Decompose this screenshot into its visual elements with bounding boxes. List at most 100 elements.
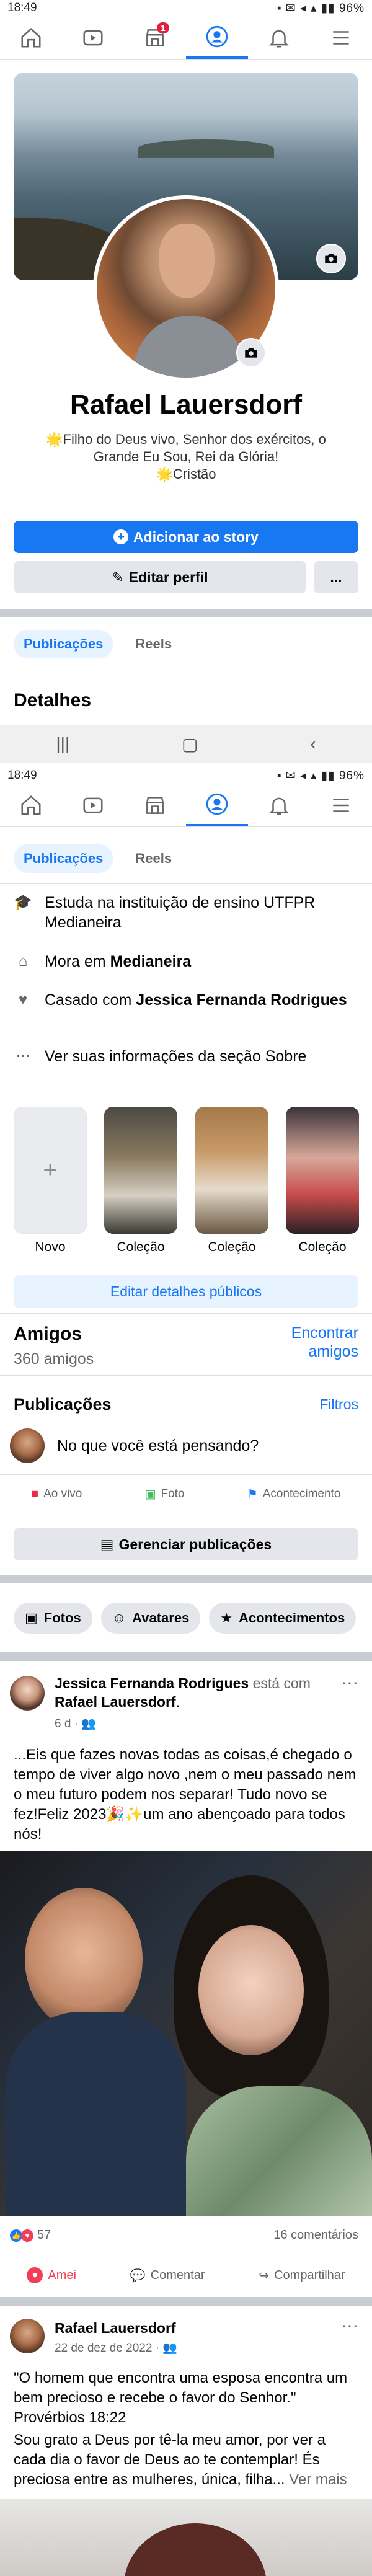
featured-collection-card[interactable]: [104, 1107, 177, 1234]
tab-reels[interactable]: Reels: [125, 844, 182, 873]
edit-profile-label: Editar perfil: [128, 569, 208, 585]
photo-action[interactable]: ▣ Foto: [145, 1487, 185, 1502]
featured-collection-card[interactable]: [286, 1107, 359, 1234]
share-button[interactable]: ↪ Compartilhar: [259, 2268, 345, 2283]
nav-menu[interactable]: [310, 784, 372, 826]
post-author-avatar[interactable]: [10, 2319, 45, 2353]
featured-new-card[interactable]: +: [14, 1107, 87, 1234]
post-time: 22 de dez de 2022 · 👥: [55, 2342, 177, 2355]
ellipsis-icon: ⋯: [16, 1048, 30, 1064]
about-text: Ver suas informações da seção Sobre: [45, 1048, 307, 1065]
top-navigation: [0, 784, 372, 827]
menu-icon: [333, 30, 349, 45]
plus-icon: +: [43, 1156, 58, 1184]
composer-input[interactable]: No que você está pensando?: [57, 1437, 259, 1455]
chip-photos[interactable]: ▣ Fotos: [14, 1603, 92, 1634]
post-text-part: Sou grato a Deus por tê-la meu amor, por…: [14, 2432, 326, 2488]
tagged-user[interactable]: Rafael Lauersdorf: [55, 1694, 176, 1710]
nav-notifications[interactable]: [248, 784, 310, 826]
status-time: 18:49: [7, 1, 37, 14]
post-header: Jessica Fernanda Rodrigues está com Rafa…: [55, 1675, 311, 1710]
post-author[interactable]: Jessica Fernanda Rodrigues: [55, 1675, 249, 1691]
chip-label: Acontecimentos: [239, 1610, 345, 1626]
posts-title: Publicações: [14, 1395, 112, 1414]
add-story-button[interactable]: + Adicionar ao story: [14, 521, 358, 553]
love-reaction-icon: ♥: [21, 2229, 33, 2242]
friends-audience-icon: 👥: [162, 2342, 177, 2355]
chip-events[interactable]: ★ Acontecimentos: [209, 1603, 356, 1634]
nav-menu[interactable]: [310, 16, 372, 59]
edit-profile-button[interactable]: ✎ Editar perfil: [14, 561, 306, 593]
post-author-avatar[interactable]: [10, 1676, 45, 1711]
home-icon: [21, 27, 41, 48]
post-photo[interactable]: [0, 1851, 372, 2216]
event-action[interactable]: ⚑ Acontecimento: [247, 1487, 341, 1502]
chip-avatars[interactable]: ☺ Avatares: [100, 1603, 201, 1634]
profile-tabs: Publicações Reels: [14, 844, 182, 873]
love-icon: ♥: [27, 2267, 43, 2283]
featured-label: Coleção: [298, 1240, 347, 1254]
edit-cover-button[interactable]: [316, 244, 346, 273]
nav-home[interactable]: [0, 784, 62, 826]
post-time: 6 d · 👥: [55, 1717, 96, 1730]
detail-about-link[interactable]: ⋯ Ver suas informações da seção Sobre: [14, 1047, 358, 1066]
chip-label: Avatares: [132, 1610, 190, 1626]
edit-avatar-button[interactable]: [236, 338, 266, 368]
share-icon: ↪: [259, 2268, 270, 2283]
flag-icon: ⚑: [247, 1487, 258, 1501]
featured-label: Coleção: [208, 1240, 256, 1254]
nav-marketplace[interactable]: 1: [124, 16, 186, 59]
bell-icon: [269, 30, 289, 48]
home-button-icon[interactable]: ▢: [182, 734, 198, 755]
composer-avatar[interactable]: [10, 1428, 45, 1463]
nav-home[interactable]: [0, 16, 62, 59]
reactions-summary[interactable]: 👍 ♥ 57: [10, 2228, 51, 2242]
lives-city[interactable]: Medianeira: [110, 953, 192, 970]
tab-posts[interactable]: Publicações: [14, 630, 113, 658]
graduation-cap-icon: 🎓: [14, 894, 32, 911]
status-bar: 18:49 ▪ ✉ ◂ ▴ ▮▮ 96%: [0, 768, 372, 784]
manage-posts-button[interactable]: ▤ Gerenciar publicações: [14, 1528, 358, 1560]
featured-collection-card[interactable]: [195, 1107, 268, 1234]
nav-notifications[interactable]: [248, 16, 310, 59]
post-author[interactable]: Rafael Lauersdorf: [55, 2320, 176, 2337]
menu-icon: [333, 798, 349, 812]
house-icon: ⌂: [18, 953, 28, 970]
tab-reels[interactable]: Reels: [125, 630, 182, 658]
post-options-icon[interactable]: ⋯: [341, 1673, 358, 1693]
bio-line: 🌟Cristão: [156, 466, 216, 482]
photo-dress-woman: [186, 2086, 372, 2216]
section-divider: [0, 1575, 372, 1583]
filters-link[interactable]: Filtros: [319, 1396, 358, 1413]
manage-label: Gerenciar publicações: [118, 1536, 272, 1552]
nav-watch[interactable]: [62, 784, 124, 826]
status-icons: ▪ ✉ ◂ ▴ ▮▮ 96%: [277, 769, 365, 782]
nav-profile[interactable]: [186, 16, 248, 59]
nav-watch[interactable]: [62, 16, 124, 59]
tab-posts[interactable]: Publicações: [14, 844, 113, 873]
comment-count[interactable]: 16 comentários: [273, 2228, 358, 2242]
live-video-icon: ■: [31, 1487, 39, 1500]
section-divider: [0, 609, 372, 617]
see-more-link[interactable]: Ver mais: [289, 2471, 347, 2488]
nav-profile[interactable]: [186, 784, 248, 826]
nav-marketplace[interactable]: [124, 784, 186, 826]
find-friends-link[interactable]: Encontrar amigos: [272, 1324, 358, 1361]
comment-button[interactable]: 💬 Comentar: [130, 2268, 205, 2283]
post-options-icon[interactable]: ⋯: [341, 2316, 358, 2336]
post-photo[interactable]: [0, 2499, 372, 2576]
avatar-head: [159, 224, 215, 298]
live-action[interactable]: ■ Ao vivo: [32, 1487, 82, 1501]
comment-label: Comentar: [150, 2268, 205, 2282]
love-button[interactable]: ♥ Amei: [27, 2267, 76, 2283]
spouse-name[interactable]: Jessica Fernanda Rodrigues: [136, 991, 347, 1009]
avatar-icon: ☺: [112, 1610, 126, 1626]
friends-title: Amigos: [14, 1324, 82, 1344]
edit-public-details-button[interactable]: Editar detalhes públicos: [14, 1275, 358, 1308]
back-icon[interactable]: ‹: [310, 734, 316, 754]
store-icon: [146, 796, 164, 814]
profile-icon: [206, 25, 228, 47]
more-options-button[interactable]: ...: [314, 561, 358, 593]
live-label: Ao vivo: [43, 1487, 82, 1500]
recent-apps-icon[interactable]: |||: [56, 734, 69, 754]
